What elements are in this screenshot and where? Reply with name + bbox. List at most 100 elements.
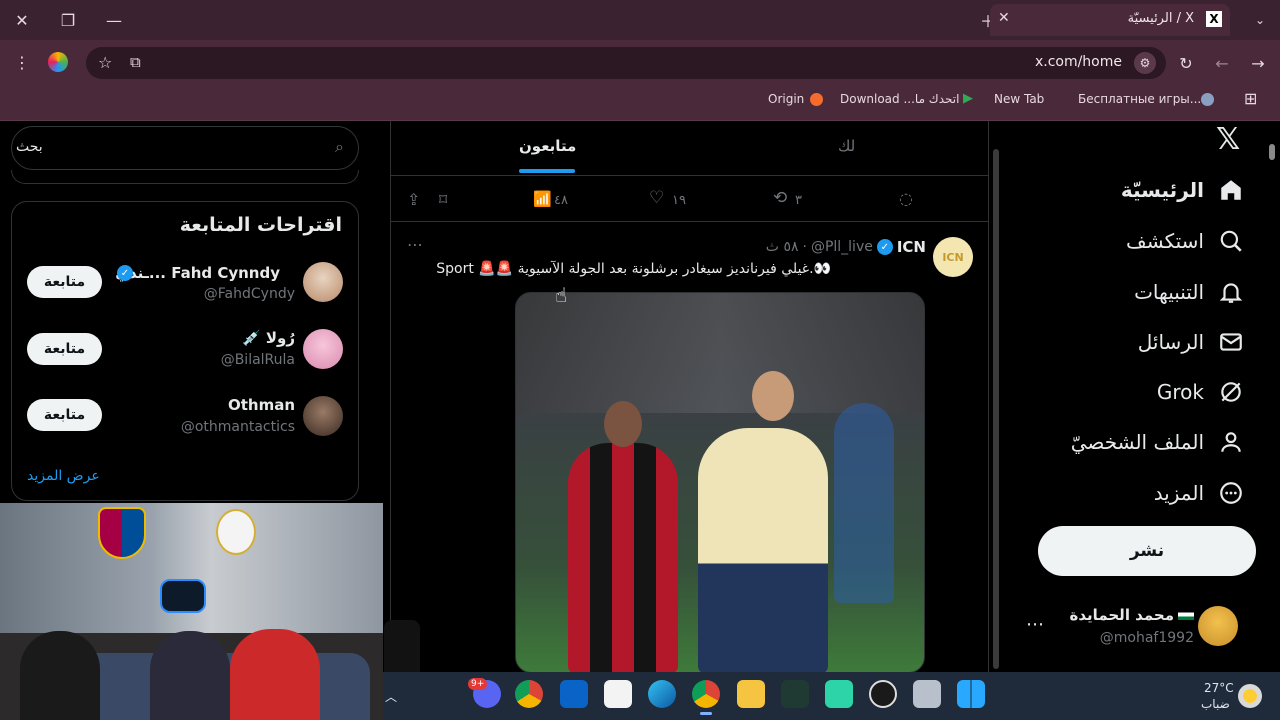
bookmark-icon[interactable]: ⌑ — [439, 190, 447, 209]
chrome-active-icon[interactable] — [692, 680, 720, 708]
search-box[interactable]: بحث ⌕ — [11, 126, 359, 170]
bookmark-star-icon[interactable]: ☆ — [98, 53, 112, 72]
verified-badge-icon: ✓ — [117, 265, 133, 281]
nav-explore[interactable]: استكشف — [1126, 221, 1244, 261]
search-icon — [1220, 230, 1242, 252]
nav-label: الرئيسيّة — [1120, 178, 1204, 202]
suggestion-avatar[interactable] — [303, 329, 343, 369]
nav-label: الرسائل — [1137, 330, 1204, 354]
games-icon — [1201, 93, 1214, 106]
file-explorer-icon[interactable] — [737, 680, 765, 708]
player-cream-shirt — [698, 428, 828, 672]
post-more-icon[interactable]: ⋯ — [407, 235, 423, 254]
app-teal-icon[interactable] — [825, 680, 853, 708]
site-settings-icon[interactable]: ⚙ — [1134, 52, 1156, 74]
show-more-link[interactable]: عرض المزيد — [27, 468, 100, 484]
nav-grok[interactable]: Grok — [1157, 372, 1244, 412]
webcam-overlay — [0, 503, 383, 720]
post-button[interactable]: نشر — [1038, 526, 1256, 576]
profile-avatar[interactable] — [48, 52, 68, 72]
weather-icon[interactable] — [1238, 684, 1262, 708]
bookmark-free-games[interactable]: Бесплатные игры... — [1078, 92, 1201, 106]
restore-window-icon[interactable]: ❐ — [54, 6, 82, 34]
chrome-app-icon[interactable] — [515, 680, 543, 708]
outlook-icon[interactable] — [560, 680, 588, 708]
address-bar[interactable]: ☆ ⧉ x.com/home ⚙ — [86, 47, 1166, 79]
bookmark-download[interactable]: Download ...اتحدك ما — [840, 92, 959, 106]
nav-messages[interactable]: الرسائل — [1138, 322, 1244, 362]
home-icon — [1221, 180, 1241, 200]
nav-notifications[interactable]: التنبيهات — [1134, 272, 1244, 312]
repost-icon[interactable]: ⟲ — [773, 188, 787, 208]
install-app-icon[interactable]: ⧉ — [130, 53, 141, 71]
account-switcher[interactable]: ⋯ محمد الحمايدة @mohaf1992 — [1020, 600, 1250, 654]
follow-button[interactable]: متابعة — [27, 399, 102, 431]
person-left — [20, 631, 100, 720]
tab-for-you[interactable]: لك — [791, 121, 911, 175]
suggestion-name[interactable]: رُولا 💉 — [242, 329, 295, 347]
obs-icon[interactable] — [869, 680, 897, 708]
tab-close-icon[interactable]: ✕ — [998, 10, 1010, 26]
nav-label: الملف الشخصيّ — [1070, 430, 1204, 454]
post-article[interactable]: ⋯ ICN ICN ✓ @Pll_live · ٥٨ ث 👀.غيلي فيرن… — [391, 223, 988, 673]
reload-icon[interactable]: ↻ — [1172, 49, 1200, 77]
x-logo-icon[interactable]: 𝕏 — [1216, 122, 1240, 157]
weather-condition: ضباب — [1201, 697, 1230, 711]
bookmark-origin[interactable]: Origin — [768, 92, 804, 106]
forward-icon[interactable]: → — [1244, 49, 1272, 77]
search-input[interactable]: بحث — [16, 139, 43, 155]
person-icon — [1221, 432, 1241, 452]
url-text[interactable]: x.com/home — [1035, 54, 1122, 70]
suggestion-name[interactable]: Othman — [228, 396, 295, 414]
app-green-icon[interactable] — [781, 680, 809, 708]
nav-label: استكشف — [1126, 229, 1204, 253]
nav-label: Grok — [1156, 380, 1204, 404]
follow-button[interactable]: متابعة — [27, 333, 102, 365]
close-window-icon[interactable]: ✕ — [8, 6, 36, 34]
suggestions-title: اقتراحات المتابعة — [179, 214, 342, 236]
prev-post-actions: ⇪ ⌑ 📶 ٤٨ ♡ ١٩ ⟲ ٣ ◌ — [391, 182, 988, 222]
suggestion-handle: @FahdCyndy — [203, 286, 295, 302]
start-windows-icon[interactable] — [957, 680, 985, 708]
tab-following-label: متابعون — [519, 137, 577, 155]
like-icon[interactable]: ♡ — [649, 188, 664, 208]
task-view-icon[interactable] — [913, 680, 941, 708]
apps-grid-icon[interactable]: ⊞ — [1244, 89, 1257, 108]
account-avatar — [1198, 606, 1238, 646]
taskbar-chevron-up-icon[interactable]: ︿ — [385, 688, 397, 705]
stadium-background — [516, 293, 924, 413]
edge-icon[interactable] — [648, 680, 676, 708]
suggestion-avatar[interactable] — [303, 262, 343, 302]
post-handle: @Pll_live — [810, 239, 873, 255]
post-media-image[interactable] — [515, 292, 925, 673]
player-background-blue — [834, 403, 894, 603]
account-handle: @mohaf1992 — [1099, 630, 1194, 646]
nav-profile[interactable]: الملف الشخصيّ — [1071, 422, 1244, 462]
suggestion-handle: @othmantactics — [180, 419, 295, 435]
person-right — [230, 629, 320, 720]
tab-search-icon[interactable]: ⌄ — [1246, 6, 1274, 34]
tab-following[interactable]: متابعون — [491, 121, 611, 175]
store-icon[interactable] — [604, 680, 632, 708]
tab-x-home[interactable]: ✕ الرئيسيّة / X X — [990, 4, 1230, 36]
suggestion-name[interactable]: Fahd Cynndy ...ـندي — [115, 264, 280, 282]
reply-icon[interactable]: ◌ — [899, 189, 913, 208]
minimize-window-icon[interactable]: — — [100, 6, 128, 34]
nav-scrollbar[interactable] — [1268, 140, 1276, 670]
timeline-scrollbar[interactable] — [992, 125, 1000, 670]
menu-kebab-icon[interactable]: ⋮ — [8, 48, 36, 76]
suggestion-avatar[interactable] — [303, 396, 343, 436]
follow-button[interactable]: متابعة — [27, 266, 102, 298]
back-icon[interactable]: ← — [1208, 49, 1236, 77]
verified-badge-icon: ✓ — [876, 239, 893, 255]
nav-home[interactable]: الرئيسيّة — [1121, 170, 1244, 210]
views-icon[interactable]: 📶 — [533, 190, 552, 208]
account-name: محمد الحمايدة — [1069, 606, 1174, 624]
shelf-background — [0, 503, 383, 633]
search-icon: ⌕ — [335, 137, 344, 156]
nav-more[interactable]: المزيد — [1154, 473, 1244, 513]
bookmark-new-tab[interactable]: New Tab — [994, 92, 1044, 106]
tab-strip: ✕ ❐ — ＋ ✕ الرئيسيّة / X X ⌄ — [0, 0, 1280, 40]
share-icon[interactable]: ⇪ — [407, 190, 420, 209]
timeline-header: متابعون لك — [391, 121, 988, 176]
